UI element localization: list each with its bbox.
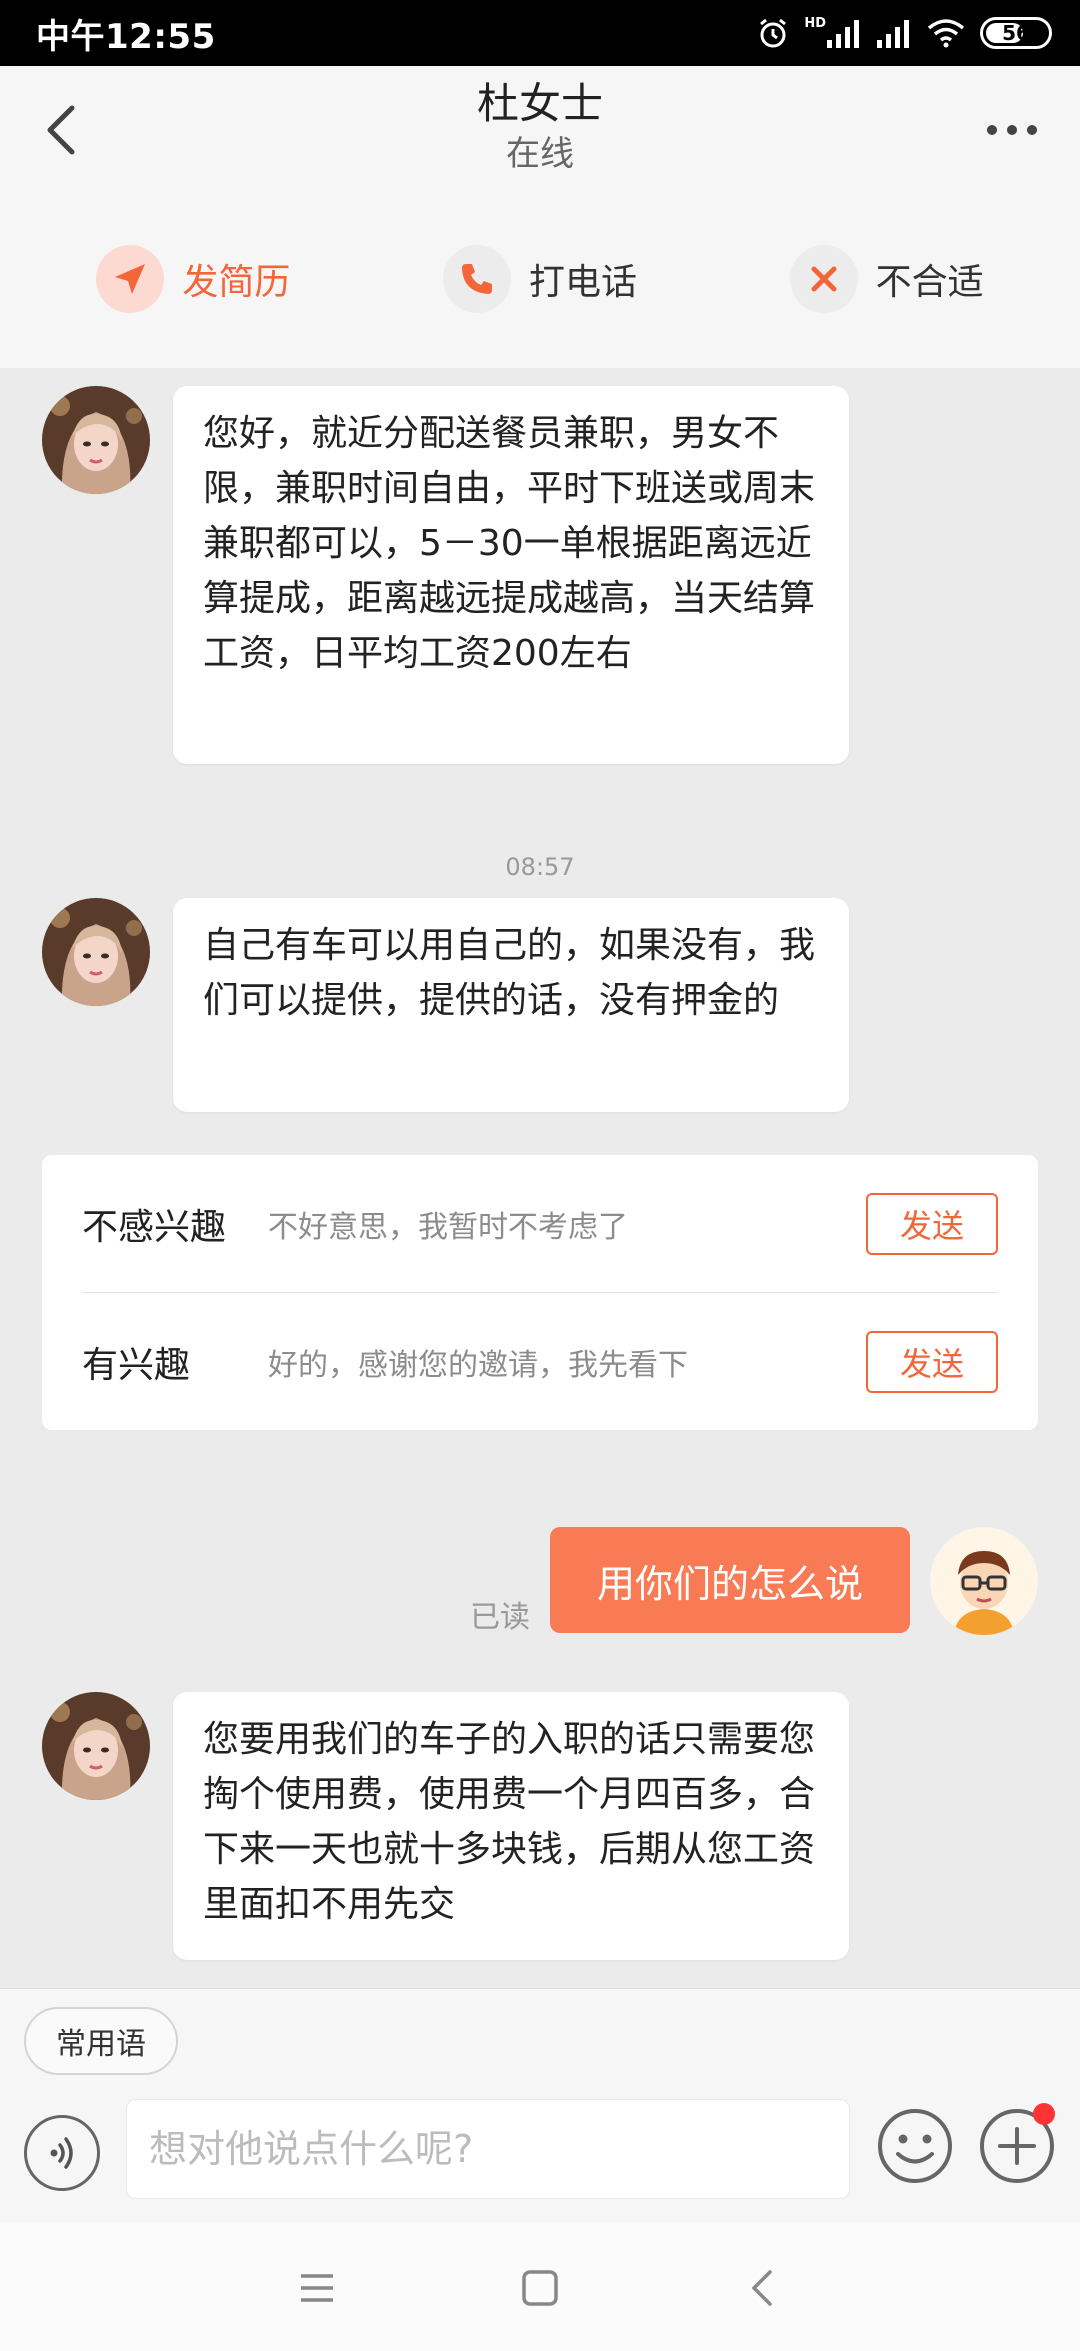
chevron-left-icon[interactable] [42, 102, 82, 158]
call-label: 打电话 [528, 262, 637, 303]
voice-icon[interactable] [24, 2115, 100, 2191]
call-button[interactable]: 打电话 [442, 245, 637, 313]
status-time: 中午12:55 [36, 16, 216, 57]
status-bar: 中午12:55 HD 56 [0, 0, 1080, 66]
quick-reply-title: 有兴趣 [82, 1344, 191, 1386]
contact-avatar[interactable] [42, 1692, 150, 1800]
battery-indicator: 56 [980, 17, 1052, 49]
message-text: 自己有车可以用自己的，如果没有，我们可以提供，提供的话，没有押金的 [203, 925, 816, 1021]
not-suitable-label: 不合适 [875, 262, 984, 303]
my-avatar[interactable] [930, 1527, 1038, 1635]
outgoing-message-bubble: 用你们的怎么说 [550, 1527, 910, 1633]
wifi-icon [927, 19, 965, 48]
contact-titles: 杜女士 在线 [477, 78, 603, 178]
message-text: 用你们的怎么说 [596, 1561, 863, 1606]
contact-avatar[interactable] [42, 386, 150, 494]
common-phrases-button[interactable]: 常用语 [24, 2007, 178, 2075]
message-text: 您好，就近分配送餐员兼职，男女不限，兼职时间自由，平时下班送或周末兼职都可以，5… [203, 413, 816, 674]
system-nav-bar [0, 2222, 1080, 2351]
phone-icon [442, 245, 511, 313]
notification-dot [1033, 2103, 1055, 2125]
action-bar: 发简历 打电话 不合适 [0, 190, 1080, 368]
quick-reply-title: 不感兴趣 [82, 1206, 227, 1248]
quick-reply-text: 不好意思，我暂时不考虑了 [268, 1209, 628, 1245]
input-area: 常用语 [0, 1988, 1080, 2222]
chat-header: 杜女士 在线 [0, 66, 1080, 190]
quick-reply-text: 好的，感谢您的邀请，我先看下 [268, 1347, 688, 1383]
menu-icon[interactable] [293, 2264, 341, 2312]
status-icons: HD 56 [756, 16, 1052, 50]
signal-icon [827, 20, 859, 48]
send-resume-label: 发简历 [182, 262, 291, 303]
quick-reply-send-button[interactable]: 发送 [866, 1330, 998, 1393]
incoming-message-bubble: 自己有车可以用自己的，如果没有，我们可以提供，提供的话，没有押金的 [173, 898, 849, 1112]
quick-reply-send-button[interactable]: 发送 [866, 1192, 998, 1255]
read-receipt: 已读 [470, 1600, 530, 1635]
quick-reply-row: 不感兴趣 不好意思，我暂时不考虑了 发送 [82, 1155, 998, 1292]
incoming-message-bubble: 您要用我们的车子的入职的话只需要您掏个使用费，使用费一个月四百多，合下来一天也就… [173, 1692, 849, 1960]
message-text: 您要用我们的车子的入职的话只需要您掏个使用费，使用费一个月四百多，合下来一天也就… [203, 1719, 816, 1925]
incoming-message-bubble: 您好，就近分配送餐员兼职，男女不限，兼职时间自由，平时下班送或周末兼职都可以，5… [173, 386, 849, 764]
home-icon[interactable] [516, 2264, 564, 2312]
signal-icon-2 [877, 20, 909, 48]
contact-name: 杜女士 [476, 79, 603, 128]
send-resume-button[interactable]: 发简历 [96, 245, 290, 313]
contact-status: 在线 [505, 134, 574, 174]
contact-avatar[interactable] [42, 898, 150, 1006]
emoji-icon[interactable] [876, 2107, 954, 2185]
back-icon[interactable] [740, 2264, 788, 2312]
alarm-icon [760, 18, 787, 48]
hd-badge: HD [804, 15, 826, 31]
quick-reply-card: 不感兴趣 不好意思，我暂时不考虑了 发送 有兴趣 好的，感谢您的邀请，我先看下 … [42, 1155, 1038, 1430]
message-input[interactable] [126, 2099, 850, 2199]
message-timestamp: 08:57 [505, 853, 575, 881]
send-icon [96, 245, 165, 313]
quick-reply-row: 有兴趣 好的，感谢您的邀请，我先看下 发送 [82, 1293, 998, 1430]
close-icon [789, 245, 858, 313]
more-icon[interactable] [984, 118, 1040, 142]
not-suitable-button[interactable]: 不合适 [789, 245, 984, 313]
